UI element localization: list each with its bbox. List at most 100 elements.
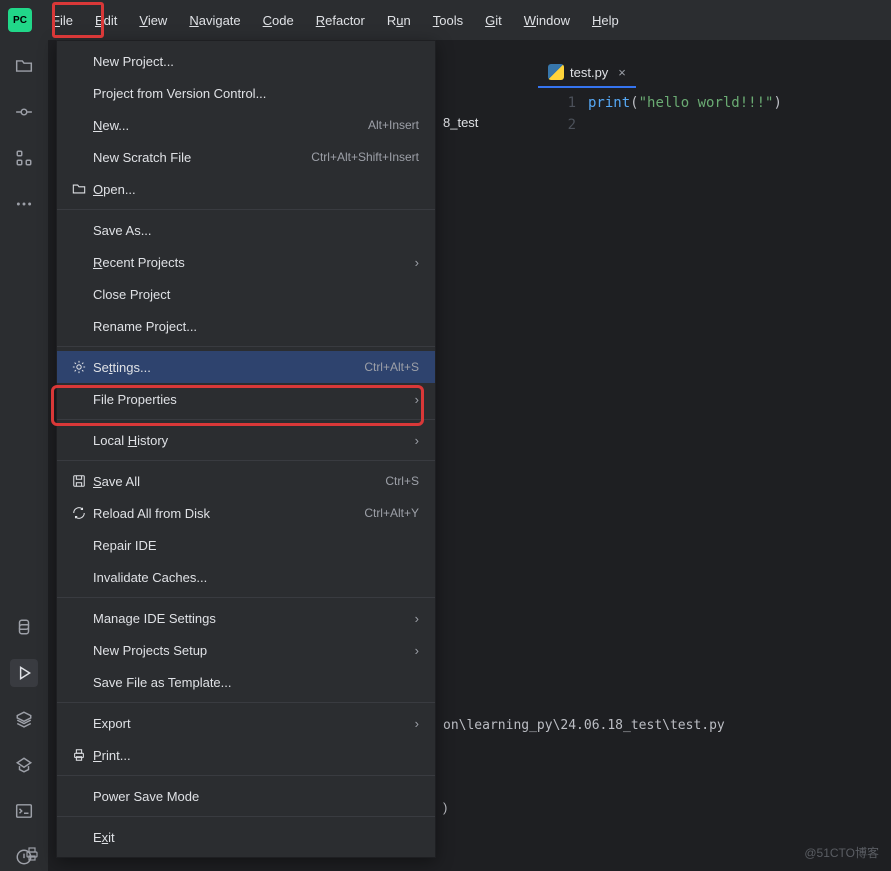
menu-item-label: Power Save Mode bbox=[93, 789, 419, 804]
menu-run[interactable]: Run bbox=[377, 9, 421, 32]
file-menu-reload-all-from-disk[interactable]: Reload All from DiskCtrl+Alt+Y bbox=[57, 497, 435, 529]
shortcut-label: Ctrl+Alt+Shift+Insert bbox=[311, 150, 419, 164]
menu-item-label: New Scratch File bbox=[93, 150, 311, 165]
menu-item-label: New... bbox=[93, 118, 368, 133]
file-menu-print[interactable]: Print... bbox=[57, 739, 435, 771]
menu-separator bbox=[57, 702, 435, 703]
folder-icon bbox=[69, 182, 89, 196]
editor-body[interactable]: 1 2 print("hello world!!!") bbox=[538, 92, 891, 136]
file-menu-save-as[interactable]: Save As... bbox=[57, 214, 435, 246]
print-icon bbox=[69, 748, 89, 762]
code-area[interactable]: print("hello world!!!") bbox=[588, 92, 782, 136]
file-menu-exit[interactable]: Exit bbox=[57, 821, 435, 853]
menu-separator bbox=[57, 460, 435, 461]
menu-item-label: Rename Project... bbox=[93, 319, 419, 334]
menu-refactor[interactable]: Refactor bbox=[306, 9, 375, 32]
debug-icon[interactable] bbox=[10, 751, 38, 779]
commit-icon[interactable] bbox=[10, 98, 38, 126]
file-menu-save-file-as-template[interactable]: Save File as Template... bbox=[57, 666, 435, 698]
editor-tab-testpy[interactable]: test.py × bbox=[538, 58, 636, 88]
file-menu-new-projects-setup[interactable]: New Projects Setup › bbox=[57, 634, 435, 666]
file-menu-power-save-mode[interactable]: Power Save Mode bbox=[57, 780, 435, 812]
file-menu-repair-ide[interactable]: Repair IDE bbox=[57, 529, 435, 561]
file-menu-new[interactable]: New...Alt+Insert bbox=[57, 109, 435, 141]
file-menu-new-scratch-file[interactable]: New Scratch FileCtrl+Alt+Shift+Insert bbox=[57, 141, 435, 173]
menu-item-label: Print... bbox=[93, 748, 419, 763]
file-menu-save-all[interactable]: Save AllCtrl+S bbox=[57, 465, 435, 497]
menu-item-label: File Properties bbox=[93, 392, 407, 407]
menu-separator bbox=[57, 597, 435, 598]
file-menu-open[interactable]: Open... bbox=[57, 173, 435, 205]
menu-separator bbox=[57, 816, 435, 817]
project-tree-fragment: 8_test bbox=[443, 115, 478, 130]
menu-item-label: Save As... bbox=[93, 223, 419, 238]
shortcut-label: Alt+Insert bbox=[368, 118, 419, 132]
console-path-fragment: on\learning_py\24.06.18_test\test.py bbox=[443, 718, 725, 733]
menu-file[interactable]: File bbox=[42, 9, 83, 32]
services-icon[interactable] bbox=[10, 705, 38, 733]
shortcut-label: Ctrl+Alt+S bbox=[364, 360, 419, 374]
editor-tabs: test.py × bbox=[538, 58, 636, 88]
chevron-right-icon: › bbox=[415, 716, 419, 731]
run-icon[interactable] bbox=[10, 659, 38, 687]
chevron-right-icon: › bbox=[415, 611, 419, 626]
menu-item-label: Reload All from Disk bbox=[93, 506, 364, 521]
watermark: @51CTO博客 bbox=[804, 844, 879, 861]
close-tab-icon[interactable]: × bbox=[618, 65, 626, 80]
menu-item-label: Save All bbox=[93, 474, 385, 489]
file-menu-export[interactable]: Export › bbox=[57, 707, 435, 739]
file-menu-close-project[interactable]: Close Project bbox=[57, 278, 435, 310]
menu-item-label: Recent Projects bbox=[93, 255, 407, 270]
menu-item-label: Open... bbox=[93, 182, 419, 197]
more-icon[interactable] bbox=[10, 190, 38, 218]
menu-item-label: Repair IDE bbox=[93, 538, 419, 553]
python-console-icon[interactable] bbox=[10, 613, 38, 641]
menu-edit[interactable]: Edit bbox=[85, 9, 127, 32]
file-menu-manage-ide-settings[interactable]: Manage IDE Settings› bbox=[57, 602, 435, 634]
menu-separator bbox=[57, 209, 435, 210]
gear-icon bbox=[69, 360, 89, 374]
file-menu-recent-projects[interactable]: Recent Projects› bbox=[57, 246, 435, 278]
print-bottom-icon[interactable] bbox=[24, 846, 40, 865]
menu-item-label: Close Project bbox=[93, 287, 419, 302]
menu-item-label: New Project... bbox=[93, 54, 419, 69]
menubar: PC FileEditViewNavigateCodeRefactorRunTo… bbox=[0, 0, 891, 40]
file-menu-rename-project[interactable]: Rename Project... bbox=[57, 310, 435, 342]
file-menu-file-properties[interactable]: File Properties › bbox=[57, 383, 435, 415]
menu-separator bbox=[57, 775, 435, 776]
tab-label: test.py bbox=[570, 65, 608, 80]
python-file-icon bbox=[548, 64, 564, 80]
menu-item-label: Project from Version Control... bbox=[93, 86, 419, 101]
menu-window[interactable]: Window bbox=[514, 9, 580, 32]
structure-icon[interactable] bbox=[10, 144, 38, 172]
file-menu-local-history[interactable]: Local History› bbox=[57, 424, 435, 456]
left-toolbar bbox=[0, 40, 48, 871]
menu-tools[interactable]: Tools bbox=[423, 9, 473, 32]
menu-separator bbox=[57, 346, 435, 347]
menu-item-label: New Projects Setup bbox=[93, 643, 407, 658]
menu-git[interactable]: Git bbox=[475, 9, 512, 32]
shortcut-label: Ctrl+S bbox=[385, 474, 419, 488]
menu-view[interactable]: View bbox=[129, 9, 177, 32]
chevron-right-icon: › bbox=[415, 643, 419, 658]
file-menu-project-from-version-control[interactable]: Project from Version Control... bbox=[57, 77, 435, 109]
menu-item-label: Local History bbox=[93, 433, 407, 448]
menu-help[interactable]: Help bbox=[582, 9, 629, 32]
menu-code[interactable]: Code bbox=[253, 9, 304, 32]
menu-item-label: Settings... bbox=[93, 360, 364, 375]
file-menu-settings[interactable]: Settings...Ctrl+Alt+S bbox=[57, 351, 435, 383]
file-menu-invalidate-caches[interactable]: Invalidate Caches... bbox=[57, 561, 435, 593]
reload-icon bbox=[69, 506, 89, 520]
file-menu-new-project[interactable]: New Project... bbox=[57, 45, 435, 77]
folder-icon[interactable] bbox=[10, 52, 38, 80]
menu-item-label: Save File as Template... bbox=[93, 675, 419, 690]
save-icon bbox=[69, 474, 89, 488]
menu-item-label: Export bbox=[93, 716, 407, 731]
menu-separator bbox=[57, 419, 435, 420]
terminal-icon[interactable] bbox=[10, 797, 38, 825]
file-dropdown-menu: New Project... Project from Version Contr… bbox=[56, 40, 436, 858]
chevron-right-icon: › bbox=[415, 392, 419, 407]
app-logo: PC bbox=[8, 8, 32, 32]
shortcut-label: Ctrl+Alt+Y bbox=[364, 506, 419, 520]
menu-navigate[interactable]: Navigate bbox=[179, 9, 250, 32]
